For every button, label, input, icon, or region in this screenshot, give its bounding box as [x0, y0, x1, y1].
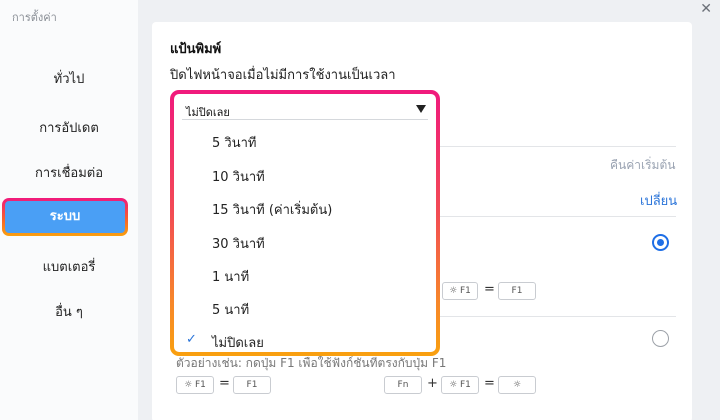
check-icon: ✓ — [186, 332, 197, 347]
key-f1-brightness: ☼ F1 — [176, 376, 214, 394]
option-radio-selected[interactable] — [652, 234, 669, 251]
timeout-select-value: ไม่ปิดเลย — [186, 106, 230, 119]
equals-sign: = — [484, 282, 495, 297]
key-f1: F1 — [498, 282, 536, 300]
equals-sign: = — [484, 376, 495, 391]
example-description: ตัวอย่างเช่น: กดปุ่ม F1 เพื่อใช้ฟังก์ชัน… — [176, 356, 447, 370]
dropdown-option-30-seconds[interactable]: 30 วินาที — [212, 233, 265, 254]
timeout-select[interactable]: ไม่ปิดเลย — [182, 102, 428, 120]
sidebar-item-system[interactable]: ระบบ — [5, 201, 125, 233]
equals-sign: = — [219, 376, 230, 391]
divider — [434, 146, 676, 147]
sidebar-item-updates[interactable]: การอัปเดต — [0, 117, 138, 138]
sidebar-item-connection[interactable]: การเชื่อมต่อ — [0, 162, 138, 183]
dropdown-option-never[interactable]: ไม่ปิดเลย — [212, 332, 264, 353]
key-f1-brightness: ☼ F1 — [442, 282, 478, 300]
option-radio-unselected[interactable] — [652, 330, 669, 347]
dropdown-option-5-seconds[interactable]: 5 วินาที — [212, 132, 256, 153]
key-f1: F1 — [233, 376, 271, 394]
chevron-down-icon — [416, 105, 426, 113]
dropdown-option-10-seconds[interactable]: 10 วินาที — [212, 166, 265, 187]
section-description: ปิดไฟหน้าจอเมื่อไม่มีการใช้งานเป็นเวลา — [170, 68, 396, 83]
key-fn: Fn — [384, 376, 422, 394]
section-title: แป้นพิมพ์ — [170, 42, 222, 57]
plus-sign: + — [427, 376, 438, 391]
reset-default-link[interactable]: คืนค่าเริ่มต้น — [610, 156, 675, 175]
sidebar-item-battery[interactable]: แบตเตอรี่ — [0, 256, 138, 277]
window-title: การตั้งค่า — [12, 11, 57, 24]
sidebar-item-system-highlight: ระบบ — [2, 198, 128, 236]
sidebar: การตั้งค่า ทั่วไป การอัปเดต การเชื่อมต่อ… — [0, 0, 138, 420]
sidebar-item-other[interactable]: อื่น ๆ — [0, 301, 138, 322]
dropdown-option-1-minute[interactable]: 1 นาที — [212, 266, 249, 287]
dropdown-highlight: ไม่ปิดเลย 5 วินาที 10 วินาที 15 วินาที (… — [170, 90, 440, 356]
dropdown-option-15-seconds[interactable]: 15 วินาที (ค่าเริ่มต้น) — [212, 199, 332, 220]
dropdown-option-5-minutes[interactable]: 5 นาที — [212, 299, 249, 320]
divider — [434, 216, 676, 217]
timeout-dropdown-menu: ไม่ปิดเลย 5 วินาที 10 วินาที 15 วินาที (… — [174, 94, 436, 352]
change-link[interactable]: เปลี่ยน — [640, 190, 677, 211]
divider — [434, 316, 676, 317]
sidebar-item-general[interactable]: ทั่วไป — [0, 68, 138, 89]
key-f1-brightness: ☼ F1 — [441, 376, 479, 394]
close-icon[interactable]: ✕ — [700, 1, 712, 17]
key-brightness: ☼ — [498, 376, 536, 394]
